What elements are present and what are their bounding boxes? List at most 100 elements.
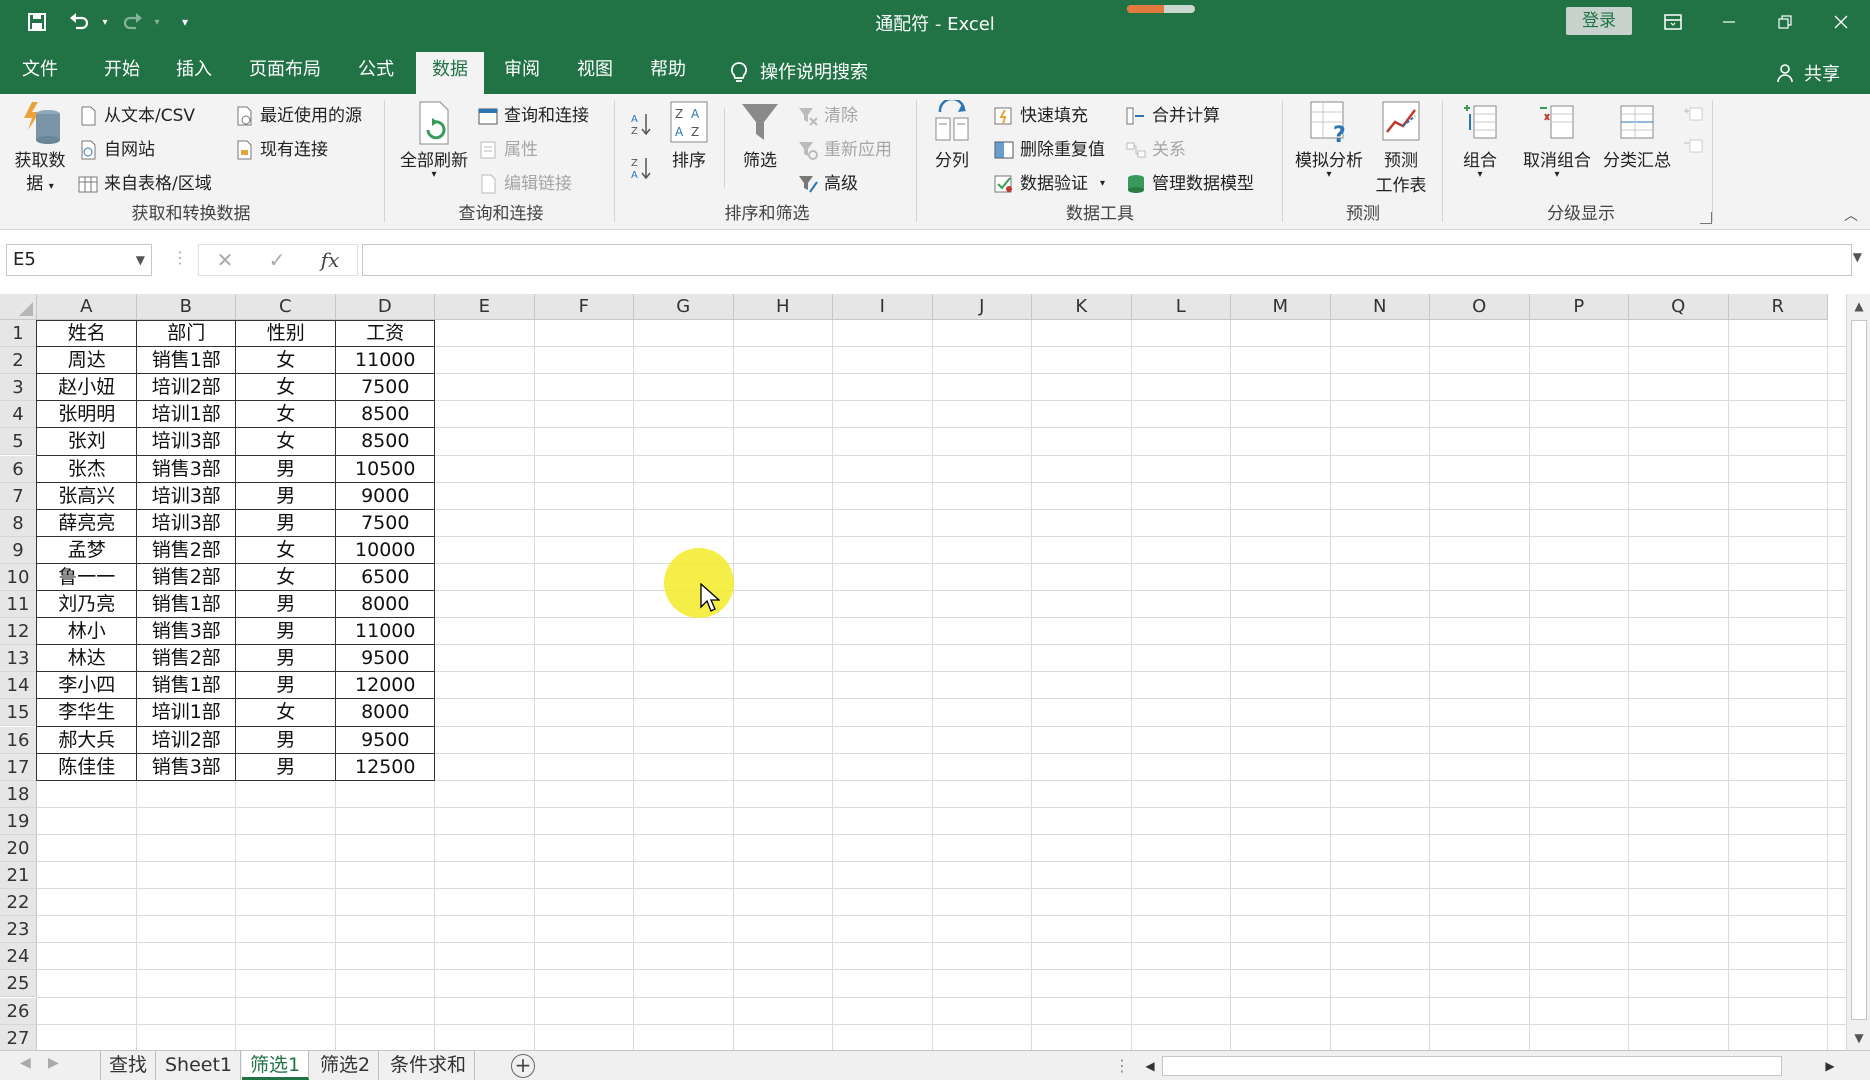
drag-handle-icon[interactable]: ⋮ [172,248,188,267]
column-header[interactable]: A [37,294,137,320]
from-text-csv-button[interactable]: 从文本/CSV [78,102,195,130]
table-cell[interactable]: 8000 [336,699,436,726]
table-cell[interactable]: 男 [236,510,336,537]
dialog-launcher-icon[interactable] [1700,212,1712,224]
table-cell[interactable]: 女 [236,401,336,428]
filter-button[interactable]: 筛选 [734,100,786,171]
prev-sheet-icon[interactable]: ◀ [20,1055,31,1071]
tab-review[interactable]: 审阅 [488,52,556,94]
row-header[interactable]: 3 [0,374,37,402]
column-header[interactable]: Q [1629,294,1729,320]
edit-links-button[interactable]: 编辑链接 [478,170,572,198]
select-all-button[interactable] [0,294,37,320]
forecast-sheet-button[interactable]: 预测 工作表 [1370,100,1432,196]
row-header[interactable]: 8 [0,509,37,537]
column-header[interactable]: H [733,294,833,320]
table-cell[interactable]: 李小四 [37,672,137,699]
show-detail-button[interactable] [1682,100,1704,128]
sort-button[interactable]: ZAAZ 排序 [664,100,714,171]
scroll-up-icon[interactable]: ▲ [1847,296,1870,316]
get-data-button[interactable]: 获取数 据 ▾ [8,100,72,194]
formula-input[interactable] [362,244,1852,276]
column-header[interactable]: M [1231,294,1331,320]
table-cell[interactable]: 培训3部 [137,483,237,510]
row-header[interactable]: 4 [0,401,37,429]
table-cell[interactable]: 销售1部 [137,347,237,374]
row-header[interactable]: 12 [0,618,37,646]
table-cell[interactable]: 张高兴 [37,483,137,510]
sheet-tab-sheet1[interactable]: Sheet1 [157,1051,242,1080]
recent-sources-button[interactable]: 最近使用的源 [234,102,362,130]
sheet-tab-find[interactable]: 查找 [100,1051,157,1080]
table-cell[interactable]: 薛亮亮 [37,510,137,537]
table-cell[interactable]: 女 [236,564,336,591]
table-cell[interactable]: 女 [236,428,336,455]
table-cell[interactable]: 男 [236,483,336,510]
table-cell[interactable]: 陈佳佳 [37,754,137,781]
sort-ascending-button[interactable]: AZ [630,110,652,138]
clear-filter-button[interactable]: 清除 [798,102,858,130]
row-header[interactable]: 2 [0,347,37,375]
table-cell[interactable]: 10500 [336,456,436,483]
column-header[interactable]: C [236,294,336,320]
collapse-ribbon-icon[interactable]: ︿ [1844,205,1858,225]
table-cell[interactable]: 男 [236,727,336,754]
next-sheet-icon[interactable]: ▶ [48,1055,59,1071]
table-cell[interactable]: 赵小妞 [37,374,137,401]
splitter-handle-icon[interactable]: ⋮ [1114,1056,1130,1075]
table-cell[interactable]: 9000 [336,483,436,510]
table-cell[interactable]: 8500 [336,401,436,428]
from-web-button[interactable]: 自网站 [78,136,155,164]
table-cell[interactable]: 张刘 [37,428,137,455]
table-cell[interactable]: 男 [236,456,336,483]
existing-connections-button[interactable]: 现有连接 [234,136,328,164]
horizontal-scroll-thumb[interactable] [1162,1056,1782,1076]
tell-me-search[interactable]: 操作说明搜索 [720,52,884,94]
login-button[interactable]: 登录 [1566,7,1632,35]
table-cell[interactable]: 销售2部 [137,537,237,564]
column-header[interactable]: E [435,294,535,320]
row-header[interactable]: 25 [0,970,37,998]
advanced-filter-button[interactable]: 高级 [798,170,858,198]
header-cell[interactable]: 姓名 [37,320,137,347]
table-cell[interactable]: 销售1部 [137,672,237,699]
tab-view[interactable]: 视图 [561,52,629,94]
properties-button[interactable]: 属性 [478,136,538,164]
table-cell[interactable]: 男 [236,672,336,699]
row-header[interactable]: 7 [0,482,37,510]
table-cell[interactable]: 销售1部 [137,591,237,618]
table-cell[interactable]: 培训1部 [137,699,237,726]
row-header[interactable]: 11 [0,591,37,619]
from-table-button[interactable]: 来自表格/区域 [78,170,212,198]
row-header[interactable]: 20 [0,834,37,862]
table-cell[interactable]: 郝大兵 [37,727,137,754]
table-cell[interactable]: 销售3部 [137,456,237,483]
table-cell[interactable]: 9500 [336,645,436,672]
row-header[interactable]: 26 [0,997,37,1025]
reapply-button[interactable]: 重新应用 [798,136,892,164]
tab-data[interactable]: 数据 [416,52,484,94]
scroll-right-icon[interactable]: ▶ [1820,1054,1840,1078]
table-cell[interactable]: 培训1部 [137,401,237,428]
enter-icon[interactable]: ✓ [269,248,286,272]
remove-duplicates-button[interactable]: 删除重复值 [994,136,1105,164]
hide-detail-button[interactable] [1682,132,1704,160]
what-if-analysis-button[interactable]: ? 模拟分析 ▾ [1292,100,1366,180]
column-header[interactable]: I [833,294,933,320]
column-header[interactable]: P [1529,294,1629,320]
text-to-columns-button[interactable]: 分列 [928,97,976,171]
table-cell[interactable]: 7500 [336,510,436,537]
table-cell[interactable]: 李华生 [37,699,137,726]
column-header[interactable]: F [534,294,634,320]
row-header[interactable]: 16 [0,726,37,754]
column-header[interactable]: K [1032,294,1132,320]
restore-icon[interactable] [1762,8,1808,36]
table-cell[interactable]: 女 [236,699,336,726]
table-cell[interactable]: 周达 [37,347,137,374]
column-header[interactable]: N [1330,294,1430,320]
table-cell[interactable]: 10000 [336,537,436,564]
consolidate-button[interactable]: 合并计算 [1126,102,1220,130]
table-cell[interactable]: 张杰 [37,456,137,483]
vertical-scroll-thumb[interactable] [1851,320,1867,1020]
data-validation-button[interactable]: 数据验证 ▾ [994,170,1105,198]
